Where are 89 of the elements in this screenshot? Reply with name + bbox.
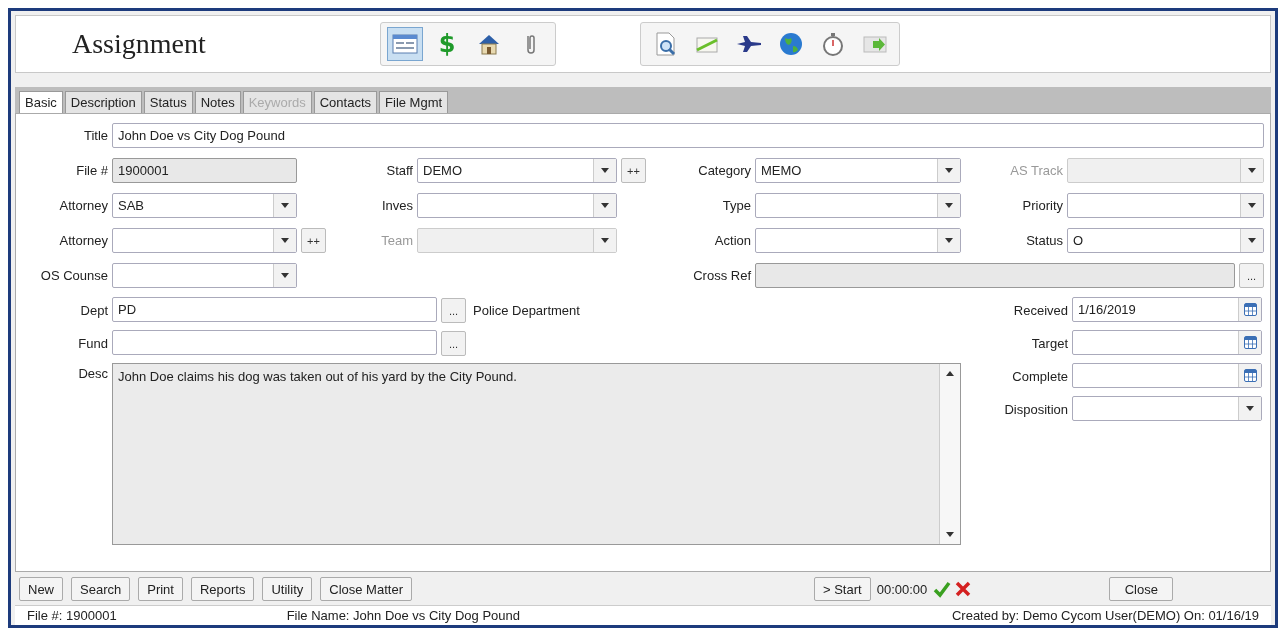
input-field[interactable] bbox=[755, 263, 1235, 289]
dropdown-arrow-icon bbox=[281, 203, 289, 209]
timer-display: 00:00:00 bbox=[875, 581, 929, 597]
dropdown-field[interactable] bbox=[112, 228, 297, 254]
add-button[interactable]: ++ bbox=[301, 228, 326, 254]
tab[interactable]: File Mgmt bbox=[379, 90, 449, 113]
dropdown-field[interactable] bbox=[1072, 395, 1262, 421]
dropdown-field[interactable] bbox=[755, 193, 961, 219]
dropdown-field[interactable] bbox=[112, 263, 297, 289]
calendar-icon bbox=[1243, 368, 1257, 382]
scroll-down-icon[interactable] bbox=[946, 531, 954, 537]
action-button[interactable]: Close Matter bbox=[320, 577, 412, 602]
field-label: Inves bbox=[380, 197, 413, 216]
dropdown-field[interactable]: DEMO bbox=[417, 158, 617, 184]
status-text: Created by: Demo Cycom User(DEMO) On: 01/16/19 bbox=[951, 607, 1259, 623]
field-label: Team bbox=[380, 232, 413, 251]
action-button[interactable]: Utility bbox=[262, 577, 313, 602]
input-field[interactable] bbox=[112, 329, 437, 355]
field-label: Disposition bbox=[1003, 401, 1068, 420]
field-label: Desc bbox=[77, 364, 108, 383]
dropdown-field[interactable]: SAB bbox=[112, 193, 297, 219]
browse-button[interactable]: ... bbox=[441, 331, 466, 357]
dropdown-arrow-icon bbox=[1246, 405, 1254, 411]
field-label: Action bbox=[713, 232, 751, 251]
dropdown-field[interactable]: MEMO bbox=[755, 158, 961, 184]
field-label: Priority bbox=[1021, 197, 1063, 216]
description-textarea[interactable]: John Doe claims his dog was taken out of his yard by the City Pound. bbox=[112, 362, 961, 545]
dropdown-field[interactable] bbox=[417, 193, 617, 219]
status-text: File Name: John Doe vs City Dog Pound bbox=[286, 607, 520, 623]
field-label: Title bbox=[82, 127, 108, 146]
window-title: Assignment bbox=[72, 27, 207, 60]
dropdown-field[interactable] bbox=[755, 228, 961, 254]
browse-button[interactable]: ... bbox=[441, 298, 466, 324]
dropdown-arrow-icon bbox=[945, 168, 953, 174]
tab[interactable]: Basic bbox=[19, 90, 63, 113]
action-button[interactable]: Print bbox=[138, 577, 183, 602]
dropdown-arrow-icon bbox=[601, 238, 609, 244]
tab[interactable]: Description bbox=[64, 90, 142, 113]
date-field[interactable]: 1/16/2019 bbox=[1072, 296, 1262, 322]
field-label: AS Track bbox=[1009, 162, 1063, 181]
action-button[interactable]: Search bbox=[71, 577, 131, 602]
field-label: Category bbox=[697, 162, 751, 181]
dropdown-arrow-icon bbox=[601, 203, 609, 209]
field-label: Cross Ref bbox=[692, 267, 751, 286]
field-label: Attorney bbox=[58, 197, 108, 216]
field-label: File # bbox=[75, 162, 108, 181]
add-button[interactable]: ++ bbox=[621, 158, 646, 184]
field-label: Target bbox=[1030, 335, 1068, 354]
action-button[interactable]: New bbox=[19, 577, 63, 602]
field-label: Status bbox=[1025, 232, 1063, 251]
field-label: OS Counse bbox=[39, 267, 108, 286]
tab[interactable]: Notes bbox=[194, 90, 241, 113]
field-label: Type bbox=[721, 197, 751, 216]
browse-button[interactable]: ... bbox=[1239, 263, 1264, 289]
dropdown-arrow-icon bbox=[281, 238, 289, 244]
close-button[interactable]: Close bbox=[1109, 577, 1174, 602]
field-label: Complete bbox=[1011, 368, 1068, 387]
field-label: Dept bbox=[79, 302, 108, 321]
field-label: Attorney bbox=[58, 232, 108, 251]
tab[interactable]: Status bbox=[143, 90, 193, 113]
checkmark-icon[interactable] bbox=[933, 580, 952, 599]
input-field[interactable]: 1900001 bbox=[112, 158, 297, 184]
input-field[interactable]: PD bbox=[112, 296, 437, 322]
date-field[interactable] bbox=[1072, 329, 1262, 355]
dropdown-field[interactable] bbox=[1067, 193, 1264, 219]
date-field[interactable] bbox=[1072, 362, 1262, 388]
field-label: Received bbox=[1012, 302, 1068, 321]
form-icon[interactable] bbox=[387, 26, 423, 61]
dropdown-arrow-icon bbox=[945, 238, 953, 244]
dropdown-arrow-icon bbox=[1248, 203, 1256, 209]
dropdown-arrow-icon bbox=[1248, 238, 1256, 244]
close-icon[interactable] bbox=[955, 581, 972, 598]
dropdown-field[interactable]: O bbox=[1067, 228, 1264, 254]
scroll-up-icon[interactable] bbox=[946, 370, 954, 376]
action-button[interactable]: Reports bbox=[190, 577, 255, 602]
dropdown-arrow-icon bbox=[945, 203, 953, 209]
dropdown-arrow-icon bbox=[281, 273, 289, 279]
calendar-icon bbox=[1243, 302, 1257, 316]
dropdown-arrow-icon bbox=[1248, 168, 1256, 174]
field-label: Staff bbox=[385, 162, 413, 181]
tab[interactable]: Contacts bbox=[313, 90, 378, 113]
department-name: Police Department bbox=[473, 303, 580, 319]
status-text: File #: 1900001 bbox=[27, 607, 117, 623]
input-field[interactable]: John Doe vs City Dog Pound bbox=[112, 123, 1264, 149]
field-label: Fund bbox=[77, 335, 108, 354]
scrollbar[interactable] bbox=[939, 363, 960, 544]
calendar-icon bbox=[1243, 335, 1257, 349]
start-timer-button[interactable]: > Start bbox=[814, 577, 871, 602]
dropdown-arrow-icon bbox=[601, 168, 609, 174]
